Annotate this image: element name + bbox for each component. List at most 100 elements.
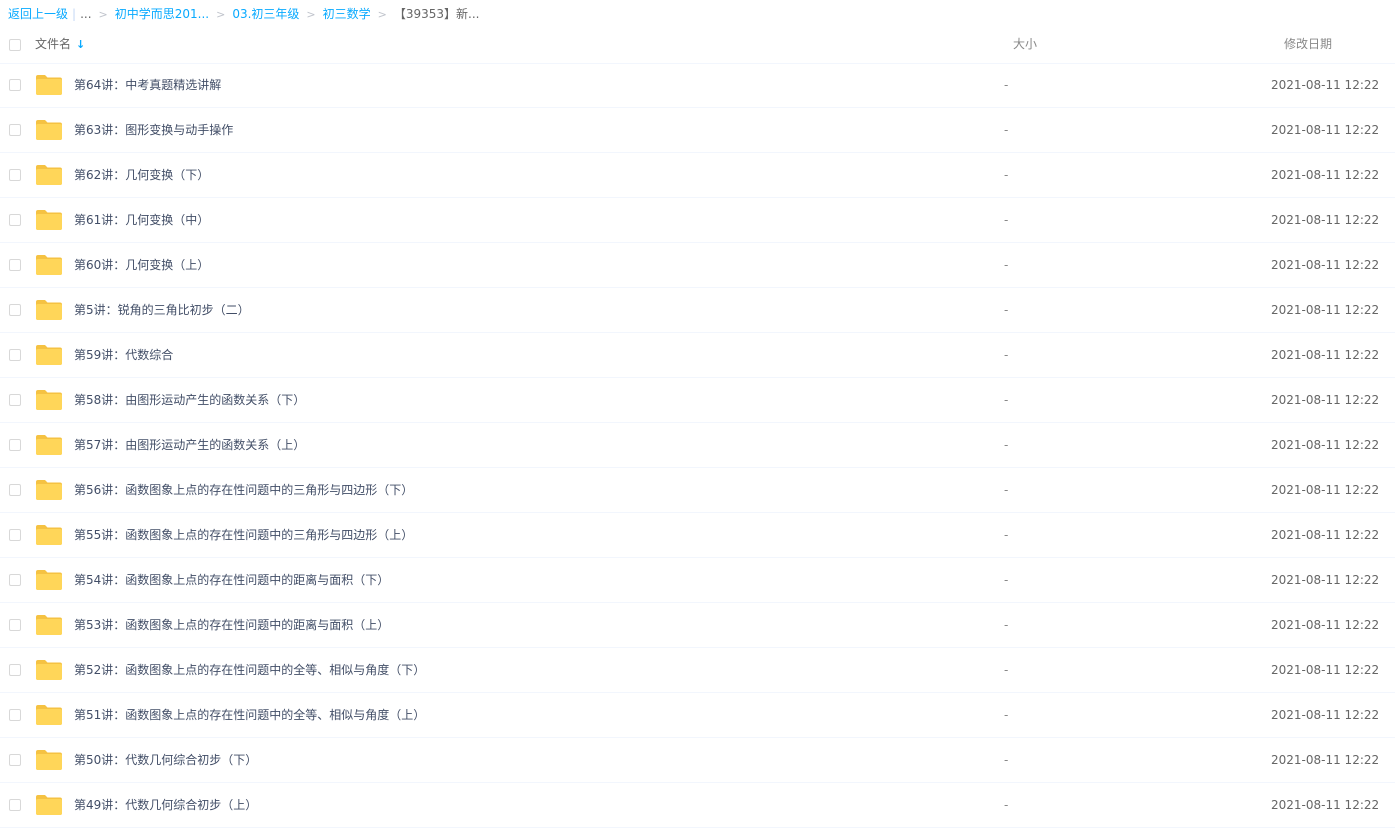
breadcrumb-item[interactable]: 03.初三年级 bbox=[232, 7, 299, 21]
file-name[interactable]: 第53讲：函数图象上点的存在性问题中的距离与面积（上） bbox=[74, 603, 389, 647]
row-checkbox[interactable] bbox=[9, 754, 21, 766]
table-row[interactable]: 第51讲：函数图象上点的存在性问题中的全等、相似与角度（上） - 2021-08-1… bbox=[0, 693, 1395, 738]
row-checkbox[interactable] bbox=[9, 619, 21, 631]
select-all-checkbox[interactable] bbox=[9, 39, 21, 51]
folder-icon bbox=[36, 390, 62, 410]
file-date: 2021-08-11 12:22 bbox=[1271, 798, 1380, 812]
row-checkbox[interactable] bbox=[9, 664, 21, 676]
row-checkbox[interactable] bbox=[9, 259, 21, 271]
table-row[interactable]: 第52讲：函数图象上点的存在性问题中的全等、相似与角度（下） - 2021-08-1… bbox=[0, 648, 1395, 693]
folder-icon bbox=[36, 480, 62, 500]
file-name[interactable]: 第57讲：由图形运动产生的函数关系（上） bbox=[74, 423, 305, 467]
row-checkbox[interactable] bbox=[9, 529, 21, 541]
row-checkbox[interactable] bbox=[9, 799, 21, 811]
file-name[interactable]: 第60讲：几何变换（上） bbox=[74, 243, 209, 287]
file-name[interactable]: 第59讲：代数综合 bbox=[74, 333, 173, 377]
file-date: 2021-08-11 12:22 bbox=[1271, 618, 1380, 632]
file-size: - bbox=[1004, 393, 1009, 407]
file-name[interactable]: 第64讲：中考真题精选讲解 bbox=[74, 63, 221, 107]
table-row[interactable]: 第56讲：函数图象上点的存在性问题中的三角形与四边形（下） - 2021-08-11… bbox=[0, 468, 1395, 513]
breadcrumb-item[interactable]: 初三数学 bbox=[323, 7, 371, 21]
table-row[interactable]: 第64讲：中考真题精选讲解 - 2021-08-11 12:22 bbox=[0, 63, 1395, 108]
table-row[interactable]: 第49讲：代数几何综合初步（上） - 2021-08-11 12:22 bbox=[0, 783, 1395, 828]
back-link[interactable]: 返回上一级 bbox=[8, 7, 68, 21]
file-size: - bbox=[1004, 168, 1009, 182]
chevron-right-icon: > bbox=[98, 8, 108, 21]
folder-icon bbox=[36, 750, 62, 770]
file-name[interactable]: 第61讲：几何变换（中） bbox=[74, 198, 209, 242]
file-date: 2021-08-11 12:22 bbox=[1271, 663, 1380, 677]
row-checkbox[interactable] bbox=[9, 169, 21, 181]
row-checkbox[interactable] bbox=[9, 79, 21, 91]
folder-icon bbox=[36, 660, 62, 680]
file-name[interactable]: 第49讲：代数几何综合初步（上） bbox=[74, 783, 257, 827]
row-checkbox[interactable] bbox=[9, 349, 21, 361]
table-row[interactable]: 第62讲：几何变换（下） - 2021-08-11 12:22 bbox=[0, 153, 1395, 198]
chevron-right-icon: > bbox=[216, 8, 226, 21]
file-size: - bbox=[1004, 348, 1009, 362]
folder-icon bbox=[36, 705, 62, 725]
file-size: - bbox=[1004, 708, 1009, 722]
table-row[interactable]: 第59讲：代数综合 - 2021-08-11 12:22 bbox=[0, 333, 1395, 378]
folder-icon bbox=[36, 75, 62, 95]
column-header-size[interactable]: 大小 bbox=[1013, 28, 1037, 61]
folder-icon bbox=[36, 255, 62, 275]
folder-icon bbox=[36, 525, 62, 545]
breadcrumb-item[interactable]: 初中学而思201... bbox=[115, 7, 209, 21]
table-row[interactable]: 第54讲：函数图象上点的存在性问题中的距离与面积（下） - 2021-08-11 1… bbox=[0, 558, 1395, 603]
row-checkbox[interactable] bbox=[9, 709, 21, 721]
folder-icon bbox=[36, 615, 62, 635]
table-row[interactable]: 第58讲：由图形运动产生的函数关系（下） - 2021-08-11 12:22 bbox=[0, 378, 1395, 423]
row-checkbox[interactable] bbox=[9, 394, 21, 406]
file-size: - bbox=[1004, 528, 1009, 542]
file-date: 2021-08-11 12:22 bbox=[1271, 708, 1380, 722]
row-checkbox[interactable] bbox=[9, 574, 21, 586]
file-name[interactable]: 第63讲：图形变换与动手操作 bbox=[74, 108, 233, 152]
folder-icon bbox=[36, 120, 62, 140]
folder-icon bbox=[36, 210, 62, 230]
file-size: - bbox=[1004, 753, 1009, 767]
file-size: - bbox=[1004, 213, 1009, 227]
row-checkbox[interactable] bbox=[9, 484, 21, 496]
file-date: 2021-08-11 12:22 bbox=[1271, 438, 1380, 452]
row-checkbox[interactable] bbox=[9, 304, 21, 316]
arrow-down-icon[interactable]: ↓ bbox=[76, 28, 85, 61]
table-row[interactable]: 第53讲：函数图象上点的存在性问题中的距离与面积（上） - 2021-08-11 1… bbox=[0, 603, 1395, 648]
column-header-name-label: 文件名 bbox=[35, 37, 72, 51]
table-row[interactable]: 第55讲：函数图象上点的存在性问题中的三角形与四边形（上） - 2021-08-11… bbox=[0, 513, 1395, 558]
file-name[interactable]: 第62讲：几何变换（下） bbox=[74, 153, 209, 197]
column-header-name[interactable]: 文件名 ↓ bbox=[35, 28, 85, 61]
breadcrumb-ellipsis[interactable]: ... bbox=[80, 7, 91, 21]
file-name[interactable]: 第50讲：代数几何综合初步（下） bbox=[74, 738, 257, 782]
file-date: 2021-08-11 12:22 bbox=[1271, 168, 1380, 182]
file-name[interactable]: 第5讲：锐角的三角比初步（二） bbox=[74, 288, 250, 332]
file-size: - bbox=[1004, 483, 1009, 497]
table-row[interactable]: 第57讲：由图形运动产生的函数关系（上） - 2021-08-11 12:22 bbox=[0, 423, 1395, 468]
table-header: 文件名 ↓ 大小 修改日期 bbox=[0, 28, 1395, 64]
file-name[interactable]: 第56讲：函数图象上点的存在性问题中的三角形与四边形（下） bbox=[74, 468, 413, 512]
column-header-date[interactable]: 修改日期 bbox=[1284, 28, 1332, 61]
row-checkbox[interactable] bbox=[9, 214, 21, 226]
file-name[interactable]: 第51讲：函数图象上点的存在性问题中的全等、相似与角度（上） bbox=[74, 693, 425, 737]
table-row[interactable]: 第50讲：代数几何综合初步（下） - 2021-08-11 12:22 bbox=[0, 738, 1395, 783]
file-name[interactable]: 第54讲：函数图象上点的存在性问题中的距离与面积（下） bbox=[74, 558, 389, 602]
table-row[interactable]: 第5讲：锐角的三角比初步（二） - 2021-08-11 12:22 bbox=[0, 288, 1395, 333]
folder-icon bbox=[36, 795, 62, 815]
file-size: - bbox=[1004, 303, 1009, 317]
file-size: - bbox=[1004, 618, 1009, 632]
file-date: 2021-08-11 12:22 bbox=[1271, 393, 1380, 407]
row-checkbox[interactable] bbox=[9, 124, 21, 136]
chevron-right-icon: > bbox=[377, 8, 387, 21]
file-date: 2021-08-11 12:22 bbox=[1271, 483, 1380, 497]
file-name[interactable]: 第55讲：函数图象上点的存在性问题中的三角形与四边形（上） bbox=[74, 513, 413, 557]
file-name[interactable]: 第52讲：函数图象上点的存在性问题中的全等、相似与角度（下） bbox=[74, 648, 425, 692]
file-size: - bbox=[1004, 258, 1009, 272]
row-checkbox[interactable] bbox=[9, 439, 21, 451]
file-size: - bbox=[1004, 78, 1009, 92]
folder-icon bbox=[36, 345, 62, 365]
file-size: - bbox=[1004, 798, 1009, 812]
table-row[interactable]: 第61讲：几何变换（中） - 2021-08-11 12:22 bbox=[0, 198, 1395, 243]
table-row[interactable]: 第63讲：图形变换与动手操作 - 2021-08-11 12:22 bbox=[0, 108, 1395, 153]
table-row[interactable]: 第60讲：几何变换（上） - 2021-08-11 12:22 bbox=[0, 243, 1395, 288]
file-name[interactable]: 第58讲：由图形运动产生的函数关系（下） bbox=[74, 378, 305, 422]
